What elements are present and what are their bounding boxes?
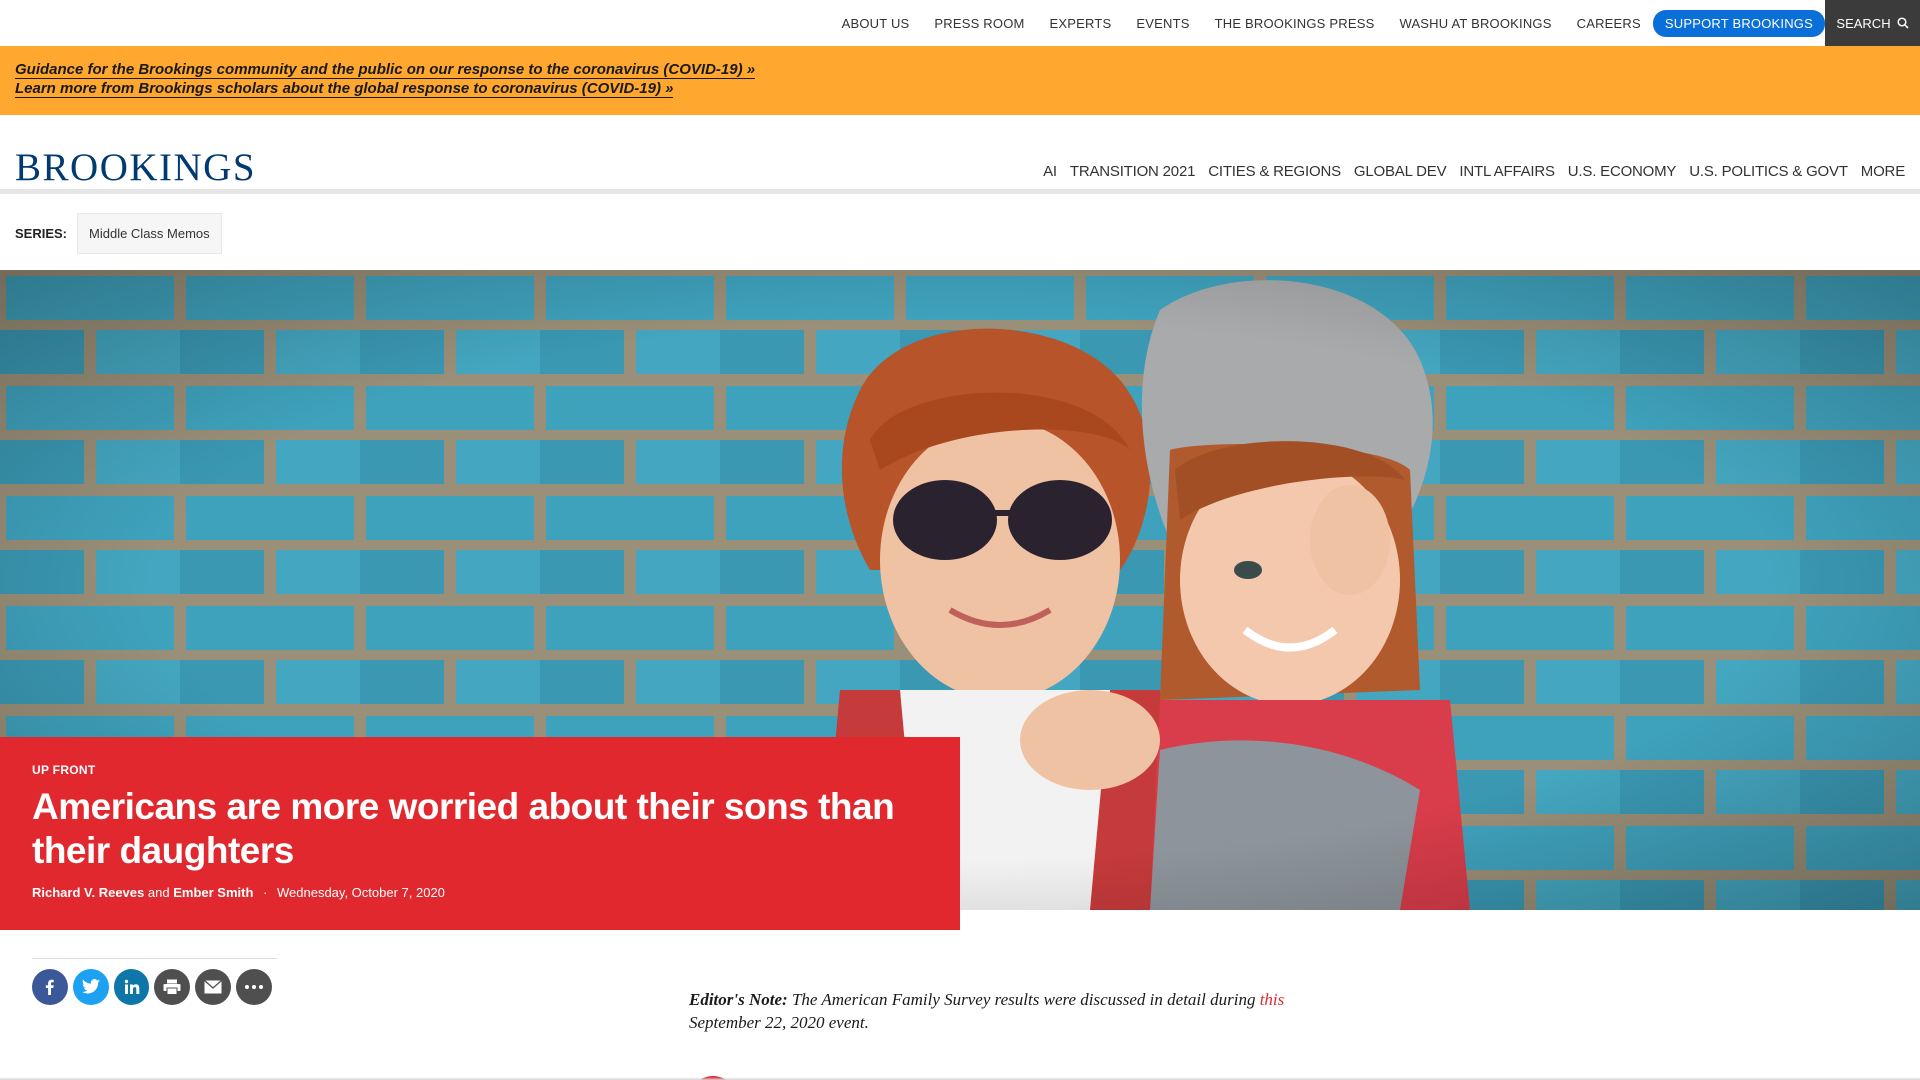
series-row: SERIES: Middle Class Memos [15,212,222,254]
nav-item-cities-regions[interactable]: CITIES & REGIONS [1208,163,1341,180]
alert-link-guidance[interactable]: Guidance for the Brookings community and… [15,62,756,79]
share-more-button[interactable] [236,969,272,1005]
share-facebook-button[interactable] [32,969,68,1005]
search-icon [1897,17,1909,29]
utility-link-experts[interactable]: EXPERTS [1050,16,1112,31]
share-email-button[interactable] [195,969,232,1005]
main-nav: AI TRANSITION 2021 CITIES & REGIONS GLOB… [1030,163,1905,180]
facebook-icon [45,979,54,995]
author-link-reeves[interactable]: Richard V. Reeves [32,885,144,900]
nav-item-intl-affairs[interactable]: INTL AFFAIRS [1459,163,1555,180]
search-button[interactable]: SEARCH [1825,0,1920,46]
utility-link-careers[interactable]: CAREERS [1577,16,1641,31]
twitter-icon [81,979,100,994]
editors-note-text: The American Family Survey results were … [791,990,1256,1009]
article-byline: Richard V. Reeves and Ember Smith · Wedn… [32,885,928,900]
article-kicker: UP FRONT [32,763,96,777]
nav-item-transition-2021[interactable]: TRANSITION 2021 [1070,163,1196,180]
nav-item-us-politics[interactable]: U.S. POLITICS & GOVT [1689,163,1848,180]
editors-note-label: Editor's Note: [689,990,788,1009]
utility-nav: ABOUT US PRESS ROOM EXPERTS EVENTS THE B… [817,0,1825,46]
site-header: BROOKINGS AI TRANSITION 2021 CITIES & RE… [0,115,1920,194]
share-print-button[interactable] [154,969,191,1005]
share-linkedin-button[interactable] [113,969,150,1005]
series-label: SERIES: [15,225,68,241]
article-date: Wednesday, October 7, 2020 [277,885,445,900]
editors-note: Editor's Note: The American Family Surve… [689,988,1289,1034]
alert-link-learn-more[interactable]: Learn more from Brookings scholars about… [15,81,674,98]
nav-item-global-dev[interactable]: GLOBAL DEV [1354,163,1447,180]
utility-link-brookings-press[interactable]: THE BROOKINGS PRESS [1215,16,1375,31]
editors-note-event-link[interactable]: this [1260,990,1285,1009]
support-brookings-button[interactable]: SUPPORT BROOKINGS [1652,9,1825,37]
utility-link-events[interactable]: EVENTS [1136,16,1189,31]
share-bar [32,958,277,1005]
nav-item-us-economy[interactable]: U.S. ECONOMY [1568,163,1677,180]
byline-separator: · [263,885,268,900]
article-title: Americans are more worried about their s… [32,786,895,871]
series-chip-middle-class-memos[interactable]: Middle Class Memos [77,212,222,254]
nav-item-ai[interactable]: AI [1043,163,1057,180]
utility-bar: ABOUT US PRESS ROOM EXPERTS EVENTS THE B… [0,0,1920,46]
utility-link-about-us[interactable]: ABOUT US [842,16,910,31]
utility-link-washu[interactable]: WASHU AT BROOKINGS [1399,16,1551,31]
share-twitter-button[interactable] [72,969,109,1005]
linkedin-icon [124,979,139,994]
brookings-logo[interactable]: BROOKINGS [15,145,256,190]
email-icon [204,980,223,994]
byline-and: and [147,885,170,900]
covid-alert-banner: Guidance for the Brookings community and… [0,46,1920,115]
editors-note-text-end: September 22, 2020 event. [689,1013,869,1032]
utility-link-press-room[interactable]: PRESS ROOM [934,16,1024,31]
more-icon [245,985,264,989]
nav-item-more[interactable]: MORE [1861,163,1905,180]
print-icon [163,979,181,995]
search-label: SEARCH [1836,15,1891,31]
author-link-smith[interactable]: Ember Smith [173,885,253,900]
article-headline-box: UP FRONT Americans are more worried abou… [0,737,960,930]
